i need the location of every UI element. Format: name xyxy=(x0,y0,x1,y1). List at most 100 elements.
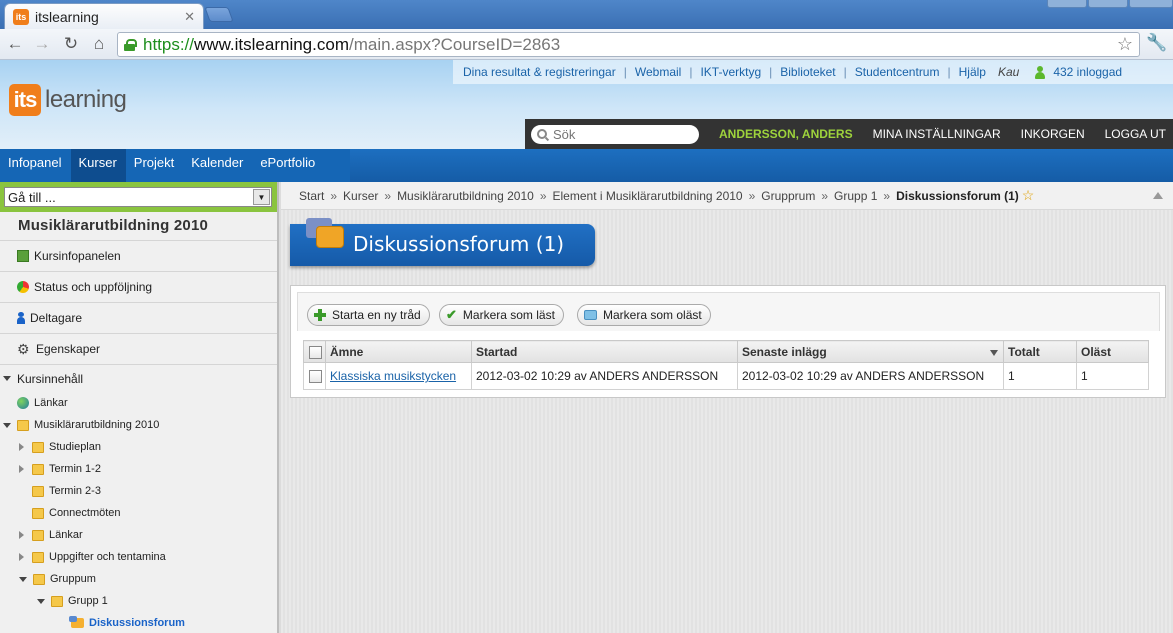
col-header-subject[interactable]: Ämne xyxy=(325,340,472,363)
favorite-star-icon[interactable]: ☆ xyxy=(1022,187,1035,204)
breadcrumb-grupp-1[interactable]: Grupp 1 xyxy=(834,189,877,203)
reload-icon[interactable]: ↻ xyxy=(60,33,82,55)
forum-icon xyxy=(306,218,346,254)
breadcrumb-course[interactable]: Musiklärarutbildning 2010 xyxy=(397,189,534,203)
dropdown-arrow-icon[interactable]: ▼ xyxy=(253,189,270,205)
maximize-button[interactable] xyxy=(1088,0,1128,8)
globe-icon xyxy=(17,397,29,409)
itslearning-logo[interactable]: its learning xyxy=(9,84,127,116)
wrench-icon[interactable]: 🔧 xyxy=(1146,33,1167,53)
tree-item-termin-2-3[interactable]: Termin 2-3 xyxy=(0,480,277,502)
thread-subject-link[interactable]: Klassiska musikstycken xyxy=(330,369,456,383)
nav-tab-projekt[interactable]: Projekt xyxy=(126,149,183,182)
collapse-up-icon[interactable] xyxy=(1153,192,1163,199)
home-icon[interactable]: ⌂ xyxy=(88,33,110,55)
minimize-button[interactable] xyxy=(1047,0,1087,8)
collapse-icon[interactable] xyxy=(37,598,45,604)
settings-link[interactable]: MINA INSTÄLLNINGAR xyxy=(873,127,1001,141)
link-webmail[interactable]: Webmail xyxy=(635,65,681,79)
col-header-unread[interactable]: Oläst xyxy=(1076,340,1149,363)
link-help[interactable]: Hjälp xyxy=(959,65,986,79)
browser-toolbar: ← → ↻ ⌂ https:// www.itslearning.com /ma… xyxy=(0,29,1173,60)
breadcrumb-grupprum[interactable]: Grupprum xyxy=(761,189,815,203)
nav-tab-kurser[interactable]: Kurser xyxy=(70,149,126,182)
page-header: Diskussionsforum (1) xyxy=(290,218,595,266)
course-content-header[interactable]: Kursinnehåll xyxy=(0,364,277,392)
sidebar-item-deltagare[interactable]: Deltagare xyxy=(0,302,277,333)
sort-desc-icon xyxy=(990,349,998,356)
nav-tab-infopanel[interactable]: Infopanel xyxy=(0,149,71,182)
nav-tab-eportfolio[interactable]: ePortfolio xyxy=(252,149,324,182)
tree-item-course-folder[interactable]: Musiklärarutbildning 2010 xyxy=(0,414,277,436)
row-checkbox[interactable] xyxy=(309,370,322,384)
bookmark-star-icon[interactable]: ☆ xyxy=(1117,34,1133,55)
collapse-icon xyxy=(3,422,11,428)
tree-item-lankar-folder[interactable]: Länkar xyxy=(0,524,277,546)
search-input[interactable] xyxy=(553,126,693,142)
nav-tab-kalender[interactable]: Kalender xyxy=(183,149,252,182)
tree-item-connectmoten[interactable]: Connectmöten xyxy=(0,502,277,524)
folder-icon xyxy=(32,485,44,497)
unread-icon xyxy=(584,310,597,320)
folder-icon xyxy=(51,595,63,607)
tab-close-icon[interactable]: ✕ xyxy=(184,9,195,25)
itslearning-favicon-icon: its xyxy=(13,8,29,25)
tree-item-diskussionsforum[interactable]: Diskussionsforum xyxy=(0,612,277,633)
sidebar-item-egenskaper[interactable]: ⚙ Egenskaper xyxy=(0,333,277,364)
sidebar-item-status[interactable]: Status och uppföljning xyxy=(0,271,277,302)
url-path: /main.aspx?CourseID=2863 xyxy=(348,34,561,54)
breadcrumb-kurser[interactable]: Kurser xyxy=(343,189,378,203)
logout-link[interactable]: LOGGA UT xyxy=(1105,127,1166,141)
mark-unread-button[interactable]: Markera som oläst xyxy=(577,304,711,326)
col-header-total[interactable]: Totalt xyxy=(1003,340,1077,363)
new-tab-button[interactable] xyxy=(204,7,234,22)
browser-tab[interactable]: its itslearning ✕ xyxy=(4,3,204,29)
collapse-icon xyxy=(3,376,11,381)
back-icon[interactable]: ← xyxy=(4,33,26,55)
expand-icon[interactable] xyxy=(19,531,24,539)
online-user-icon xyxy=(1035,65,1046,79)
forward-icon[interactable]: → xyxy=(31,33,53,55)
folder-icon xyxy=(32,463,44,475)
logo-text: learning xyxy=(45,86,127,113)
tree-item-lankar[interactable]: Länkar xyxy=(0,392,277,414)
online-count-link[interactable]: 432 inloggad xyxy=(1053,65,1122,79)
tree-item-grupp-1[interactable]: Grupp 1 xyxy=(0,590,277,612)
goto-select[interactable]: Gå till ... ▼ xyxy=(4,187,272,207)
link-results[interactable]: Dina resultat & registreringar xyxy=(463,65,616,79)
forum-panel: Starta en ny tråd ✔ Markera som läst Mar… xyxy=(290,285,1166,398)
tab-title: itslearning xyxy=(35,8,99,25)
link-studentcentrum[interactable]: Studentcentrum xyxy=(855,65,940,79)
tree-item-uppgifter[interactable]: Uppgifter och tentamina xyxy=(0,546,277,568)
sidebar-item-kursinfopanelen[interactable]: Kursinfopanelen xyxy=(0,240,277,271)
search-box[interactable] xyxy=(531,124,699,144)
new-thread-button[interactable]: Starta en ny tråd xyxy=(307,304,430,326)
link-library[interactable]: Biblioteket xyxy=(780,65,835,79)
course-sidebar: Gå till ... ▼ Musiklärarutbildning 2010 … xyxy=(0,182,279,633)
tree-item-grupprum[interactable]: Gruppum xyxy=(0,568,277,590)
user-name-link[interactable]: ANDERSSON, ANDERS xyxy=(719,127,853,141)
lock-icon xyxy=(124,38,137,51)
close-window-button[interactable] xyxy=(1129,0,1173,8)
link-ikt[interactable]: IKT-verktyg xyxy=(700,65,761,79)
breadcrumb-elements[interactable]: Element i Musiklärarutbildning 2010 xyxy=(553,189,743,203)
expand-icon[interactable] xyxy=(19,465,24,473)
thread-latest: 2012-03-02 10:29 av ANDERS ANDERSSON xyxy=(737,362,1004,390)
breadcrumb-start[interactable]: Start xyxy=(299,189,324,203)
inbox-link[interactable]: INKORGEN xyxy=(1021,127,1085,141)
address-bar[interactable]: https:// www.itslearning.com /main.aspx?… xyxy=(117,32,1140,57)
check-icon: ✔ xyxy=(446,307,457,322)
tree-item-termin-1-2[interactable]: Termin 1-2 xyxy=(0,458,277,480)
select-all-checkbox[interactable] xyxy=(309,345,322,359)
url-scheme: https:// xyxy=(143,34,195,54)
col-header-started[interactable]: Startad xyxy=(471,340,738,363)
expand-icon[interactable] xyxy=(19,553,24,561)
site-header: its learning Dina resultat & registrerin… xyxy=(0,60,1173,149)
expand-icon[interactable] xyxy=(19,443,24,451)
col-header-latest[interactable]: Senaste inlägg xyxy=(737,340,1004,363)
tree-item-studieplan[interactable]: Studieplan xyxy=(0,436,277,458)
mark-read-button[interactable]: ✔ Markera som läst xyxy=(439,304,564,326)
top-links: Dina resultat & registreringar | Webmail… xyxy=(453,60,1173,84)
collapse-icon[interactable] xyxy=(19,576,27,582)
folder-icon xyxy=(32,551,44,563)
